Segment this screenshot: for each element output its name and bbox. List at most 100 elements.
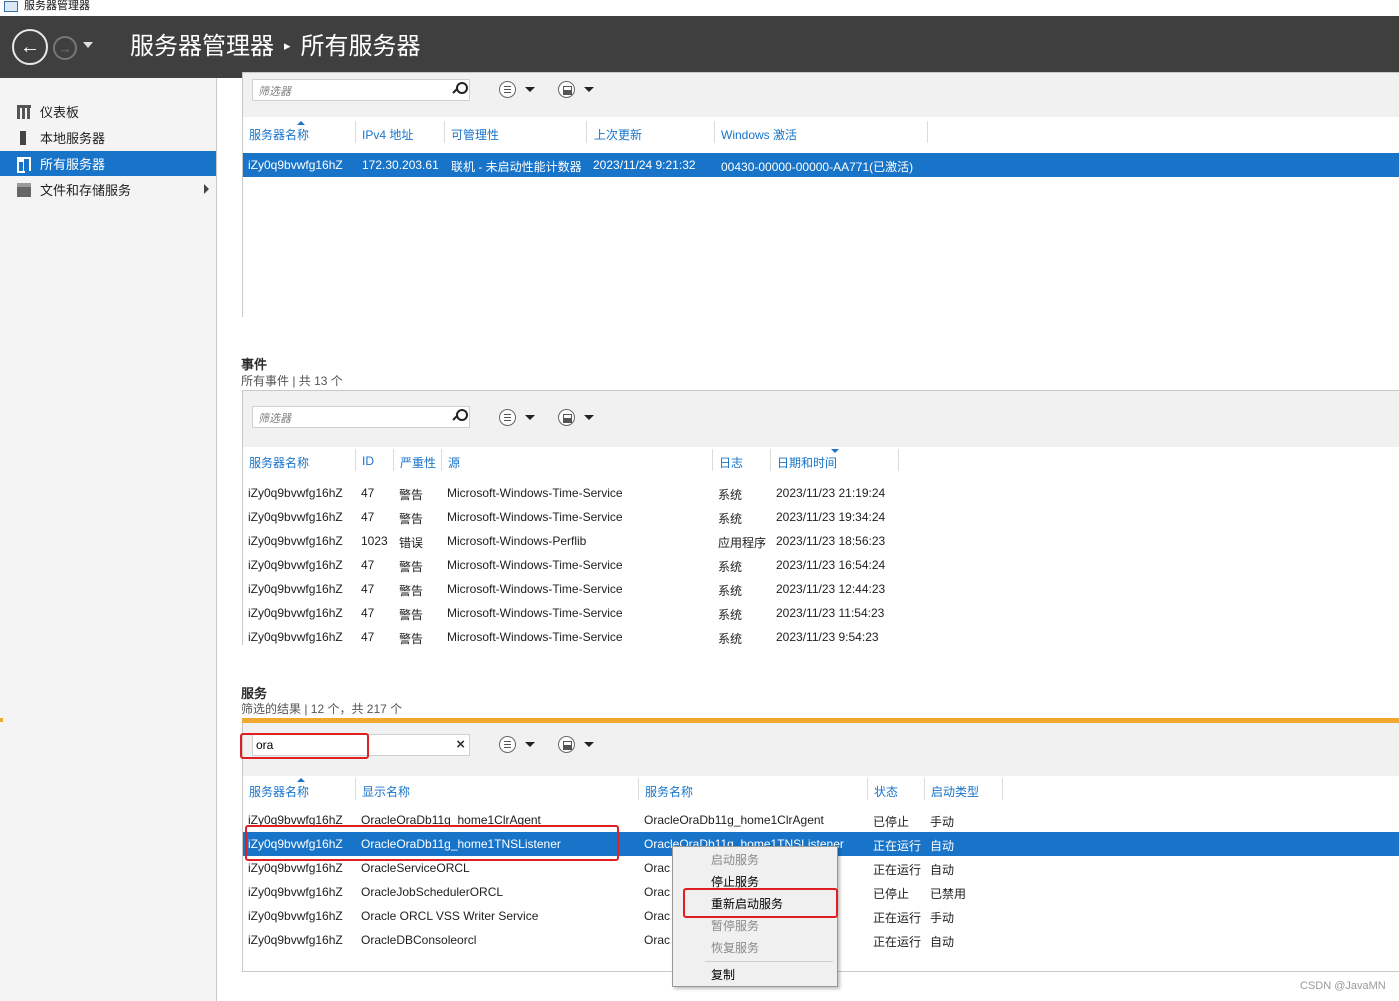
cell-log: 系统 — [718, 584, 743, 598]
table-row[interactable]: iZy0q9bvwfg16hZ 172.30.203.61 联机 - 未启动性能… — [243, 153, 1399, 177]
cell-severity: 警告 — [399, 512, 424, 526]
chevron-down-icon[interactable] — [525, 87, 535, 92]
menu-item-start-service[interactable]: 启动服务 — [673, 849, 837, 871]
cell-server-name: iZy0q9bvwfg16hZ — [248, 534, 343, 548]
annotation-box-filter — [240, 733, 369, 759]
chevron-down-icon[interactable] — [525, 742, 535, 747]
cell-service-name: Orac — [644, 933, 671, 947]
sidebar-item-all-servers[interactable]: 所有服务器 — [0, 151, 216, 176]
cell-log: 应用程序 — [718, 536, 767, 550]
save-query-icon[interactable] — [558, 736, 575, 753]
column-divider[interactable] — [355, 121, 356, 143]
column-divider[interactable] — [927, 121, 928, 143]
save-query-icon[interactable] — [558, 81, 575, 98]
cell-server-name: iZy0q9bvwfg16hZ — [248, 861, 343, 875]
server-manager-icon — [4, 1, 18, 12]
list-options-icon[interactable] — [499, 736, 516, 753]
column-header-windows-activation[interactable]: Windows 激活 — [721, 126, 797, 143]
cell-service-name: Orac — [644, 861, 671, 875]
table-row[interactable]: iZy0q9bvwfg16hZ 1023 错误 Microsoft-Window… — [243, 529, 1399, 553]
events-filter-input[interactable]: 筛选器 — [252, 406, 470, 428]
column-header-log[interactable]: 日志 — [719, 454, 743, 471]
cell-id: 47 — [361, 630, 375, 644]
search-icon[interactable] — [453, 409, 468, 421]
column-divider[interactable] — [1002, 778, 1003, 800]
menu-item-resume-service[interactable]: 恢复服务 — [673, 937, 837, 959]
cell-server-name: iZy0q9bvwfg16hZ — [248, 630, 343, 644]
column-divider[interactable] — [867, 778, 868, 800]
column-divider[interactable] — [355, 449, 356, 471]
column-header-severity[interactable]: 严重性 — [400, 454, 436, 471]
cell-severity: 警告 — [399, 560, 424, 574]
column-header-server-name[interactable]: 服务器名称 — [249, 783, 309, 800]
annotation-box-row — [245, 825, 619, 861]
column-divider[interactable] — [393, 449, 394, 471]
breadcrumb-app[interactable]: 服务器管理器 — [130, 33, 274, 60]
cell-datetime: 2023/11/23 12:44:23 — [776, 582, 886, 596]
column-header-manageability[interactable]: 可管理性 — [451, 126, 499, 143]
cell-datetime: 2023/11/23 9:54:23 — [776, 630, 879, 644]
sidebar-item-local-server[interactable]: 本地服务器 — [0, 125, 216, 150]
column-header-ipv4[interactable]: IPv4 地址 — [362, 126, 413, 143]
events-panel: 筛选器 服务器名称 ID 严重性 源 日志 日期和时间 iZy0q9bvwfg1… — [242, 390, 1399, 645]
events-subtitle: 所有事件 | 共 13 个 — [241, 374, 343, 388]
column-divider[interactable] — [770, 449, 771, 471]
column-divider[interactable] — [586, 121, 587, 143]
search-icon[interactable] — [453, 82, 468, 94]
sort-ascending-icon — [297, 121, 305, 125]
column-divider[interactable] — [712, 449, 713, 471]
sidebar-item-file-storage[interactable]: 文件和存储服务 — [0, 177, 216, 202]
column-header-startup-type[interactable]: 启动类型 — [931, 783, 979, 800]
column-divider[interactable] — [355, 778, 356, 800]
breadcrumb: 服务器管理器 ▸ 所有服务器 — [130, 31, 421, 66]
cell-datetime: 2023/11/23 18:56:23 — [776, 534, 886, 548]
expand-arrow-icon[interactable] — [204, 184, 209, 194]
sidebar-item-dashboard[interactable]: 仪表板 — [0, 99, 216, 124]
cell-status: 正在运行 — [873, 863, 922, 877]
list-options-icon[interactable] — [499, 409, 516, 426]
chevron-down-icon[interactable] — [584, 742, 594, 747]
header-bar: ← → 服务器管理器 ▸ 所有服务器 — [0, 16, 1399, 78]
cell-id: 47 — [361, 486, 375, 500]
column-header-source[interactable]: 源 — [448, 454, 460, 471]
column-header-server-name[interactable]: 服务器名称 — [249, 126, 309, 143]
cell-id: 47 — [361, 510, 375, 524]
column-header-display-name[interactable]: 显示名称 — [362, 783, 410, 800]
table-row[interactable]: iZy0q9bvwfg16hZ 47 警告 Microsoft-Windows-… — [243, 601, 1399, 625]
cell-status: 正在运行 — [873, 839, 922, 853]
menu-item-pause-service[interactable]: 暂停服务 — [673, 915, 837, 937]
chevron-down-icon[interactable] — [584, 415, 594, 420]
list-options-icon[interactable] — [499, 81, 516, 98]
table-row[interactable]: iZy0q9bvwfg16hZ 47 警告 Microsoft-Windows-… — [243, 505, 1399, 529]
column-header-datetime[interactable]: 日期和时间 — [777, 454, 837, 471]
table-row[interactable]: iZy0q9bvwfg16hZ 47 警告 Microsoft-Windows-… — [243, 481, 1399, 505]
cell-id: 47 — [361, 606, 375, 620]
menu-item-copy[interactable]: 复制 — [673, 964, 837, 986]
column-header-last-update[interactable]: 上次更新 — [594, 126, 642, 143]
cell-severity: 警告 — [399, 632, 424, 645]
column-header-service-name[interactable]: 服务名称 — [645, 783, 693, 800]
column-divider[interactable] — [898, 449, 899, 471]
column-divider[interactable] — [924, 778, 925, 800]
column-divider[interactable] — [444, 121, 445, 143]
chevron-down-icon[interactable] — [584, 87, 594, 92]
save-query-icon[interactable] — [558, 409, 575, 426]
column-divider[interactable] — [638, 778, 639, 800]
history-dropdown-icon[interactable] — [83, 42, 93, 48]
table-row[interactable]: iZy0q9bvwfg16hZ 47 警告 Microsoft-Windows-… — [243, 625, 1399, 645]
column-header-status[interactable]: 状态 — [874, 783, 898, 800]
cell-activation: 00430-00000-00000-AA771(已激活) — [721, 160, 914, 174]
cell-source: Microsoft-Windows-Time-Service — [447, 510, 623, 524]
column-divider[interactable] — [441, 449, 442, 471]
chevron-down-icon[interactable] — [525, 415, 535, 420]
clear-icon[interactable]: × — [456, 736, 465, 753]
table-row[interactable]: iZy0q9bvwfg16hZ 47 警告 Microsoft-Windows-… — [243, 577, 1399, 601]
back-icon[interactable]: ← — [12, 29, 48, 65]
table-row[interactable]: iZy0q9bvwfg16hZ 47 警告 Microsoft-Windows-… — [243, 553, 1399, 577]
column-header-server-name[interactable]: 服务器名称 — [249, 454, 309, 471]
servers-filter-input[interactable]: 筛选器 — [252, 79, 470, 101]
column-divider[interactable] — [714, 121, 715, 143]
column-header-id[interactable]: ID — [362, 454, 374, 468]
forward-icon[interactable]: → — [53, 36, 77, 60]
menu-separator — [705, 961, 833, 962]
